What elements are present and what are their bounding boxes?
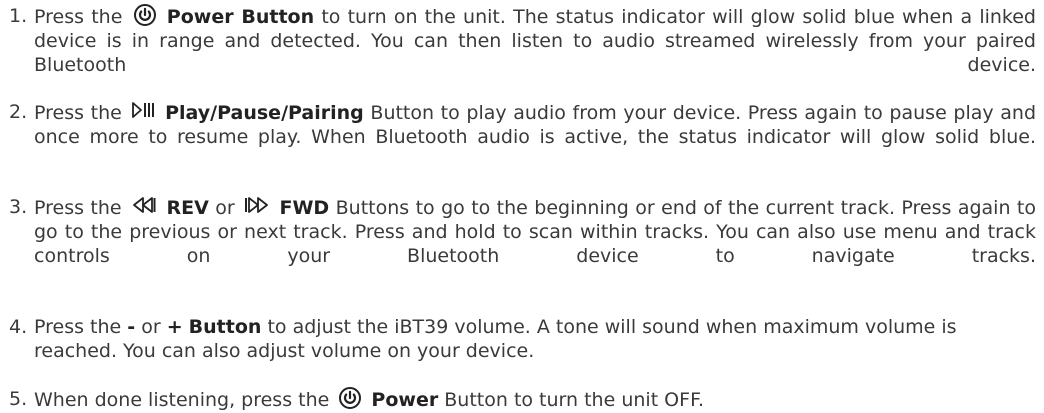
- step-4: 4. Press the - or + Button to adjust the…: [9, 315, 1036, 363]
- power-button-label: Power Button: [166, 6, 315, 28]
- fwd-label: FWD: [279, 197, 330, 219]
- power-label: Power: [371, 389, 439, 411]
- step-number: 3.: [9, 196, 28, 218]
- step-number: 1.: [9, 5, 28, 27]
- step-text: Press the Power Button to turn on the un…: [34, 4, 1036, 76]
- step-text: Press the REV or FWD Buttons to go to th…: [34, 195, 1036, 267]
- power-icon: [132, 4, 158, 26]
- step-number: 5.: [9, 388, 28, 410]
- power-icon: [337, 387, 363, 409]
- step-2: 2. Press the Play/Pause/Pairing Button t…: [9, 100, 1036, 173]
- step-text: Press the Play/Pause/Pairing Button to p…: [34, 100, 1037, 148]
- step-5: 5. When done listening, press the Power …: [9, 387, 1036, 412]
- step-text: Press the - or + Button to adjust the iB…: [34, 316, 957, 362]
- forward-icon: [243, 195, 271, 217]
- step-1: 1. Press the Power Button to turn on the…: [9, 4, 1036, 101]
- rev-label: REV: [166, 197, 209, 219]
- play-pause-pairing-icon: [130, 100, 156, 122]
- step-text: When done listening, press the Power But…: [34, 387, 704, 411]
- step-number: 4.: [9, 316, 28, 338]
- button-label: Button: [188, 316, 262, 338]
- step-number: 2.: [9, 101, 28, 123]
- rewind-icon: [130, 195, 158, 217]
- volume-down-symbol: -: [127, 316, 136, 338]
- instructions-page: 1. Press the Power Button to turn on the…: [0, 0, 1044, 413]
- play-pause-pairing-label: Play/Pause/Pairing: [165, 102, 364, 124]
- step-3: 3. Press the REV or FWD Buttons to go to…: [9, 195, 1036, 292]
- volume-up-symbol: +: [166, 316, 183, 338]
